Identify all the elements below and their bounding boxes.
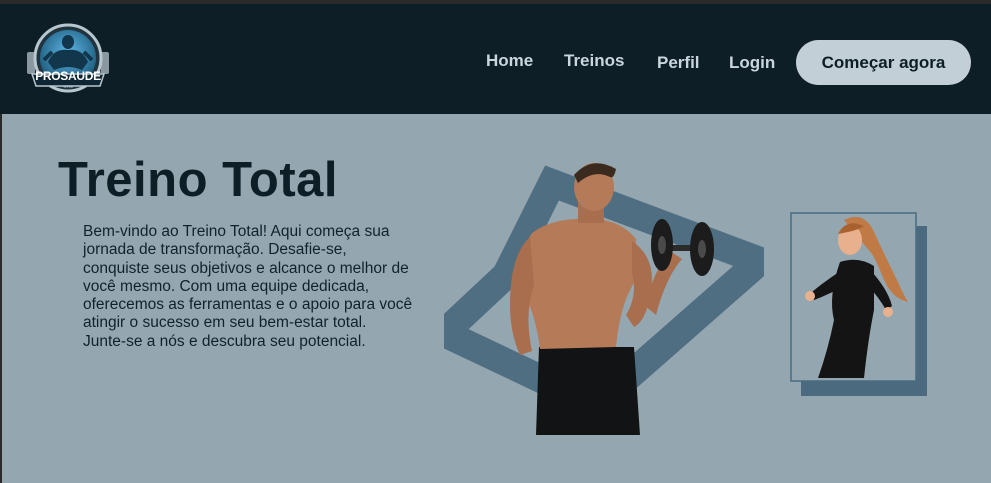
brand-tagline: GYM [63, 84, 73, 89]
brand-logo[interactable]: PROSAUDE GYM [24, 22, 112, 100]
man-dumbbell-image [444, 163, 764, 435]
hero-description: Bem-vindo ao Treino Total! Aqui começa s… [83, 223, 413, 350]
nav-link-home[interactable]: Home [486, 51, 533, 71]
brand-name: PROSAUDE [35, 69, 101, 83]
nav-link-treinos[interactable]: Treinos [564, 51, 624, 71]
nav-link-login[interactable]: Login [729, 53, 775, 73]
left-edge-divider [0, 114, 2, 483]
hero-title: Treino Total [58, 153, 339, 207]
nav-link-perfil[interactable]: Perfil [657, 53, 700, 73]
start-now-button[interactable]: Começar agora [796, 40, 971, 85]
site-header: PROSAUDE GYM Home Treinos Perfil Login C… [0, 4, 991, 114]
woman-running-image [790, 212, 927, 396]
